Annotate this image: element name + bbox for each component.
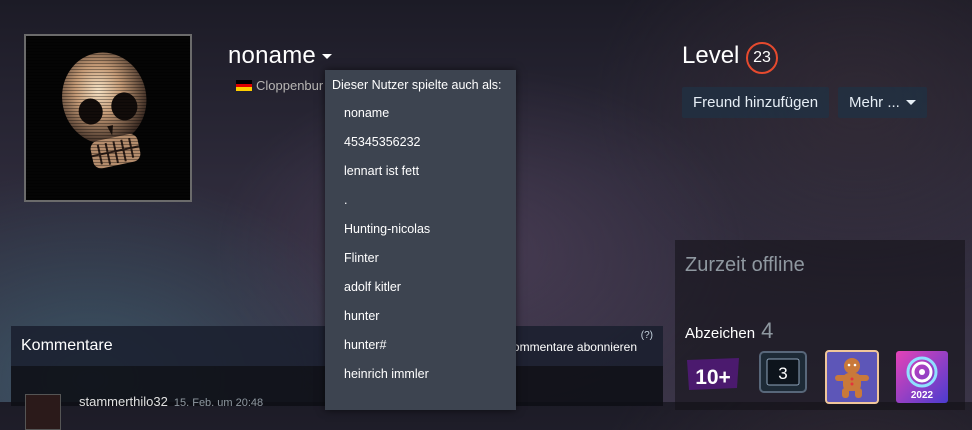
steam-replay-icon: 2022 [896,351,948,403]
profile-avatar [24,34,192,202]
alias-item: . [344,193,348,207]
level-3-badge[interactable]: 3 [758,350,808,399]
badges-label: Abzeichen [685,325,756,342]
subscribe-comments-link[interactable]: Kommentare abonnieren [505,340,637,354]
alias-item: adolf kitler [344,280,401,294]
profile-location: Cloppenbur [236,78,323,93]
flag-icon [236,80,252,91]
comment-date: 15. Feb. um 20:48 [173,397,264,409]
alias-item: noname [344,106,390,120]
more-button[interactable]: Mehr ... [838,87,927,118]
caret-down-icon [321,54,332,60]
commenter-avatar[interactable] [25,394,61,430]
help-icon[interactable]: (?) [641,330,653,341]
badges-heading[interactable]: Abzeichen 4 [685,318,773,344]
badges-count: 4 [761,318,774,343]
badge-years-text: 10+ [695,366,731,389]
alias-item: Hunting-nicolas [344,222,431,236]
profile-summary-panel: Zurzeit offline Abzeichen 4 10+ 3 2022 [675,240,965,410]
alias-item: hunter# [344,338,387,352]
gingerbread-icon [825,350,879,404]
badge-level-text: 3 [778,364,787,383]
location-text: Cloppenbur [256,78,324,93]
add-friend-button[interactable]: Freund hinzufügen [682,87,830,118]
persona-name-text: noname [228,42,316,69]
alias-dropdown-header: Dieser Nutzer spielte auch als: [332,78,502,92]
online-status: Zurzeit offline [685,254,805,276]
comments-title: Kommentare [21,337,113,354]
skull-avatar-icon [26,36,190,200]
level-badge[interactable]: 23 [746,42,778,74]
chevron-down-icon [905,100,916,105]
more-button-label: Mehr ... [849,94,900,111]
level-label: Level [682,42,740,69]
alias-item: heinrich immler [344,367,429,381]
badge-replay-text: 2022 [911,390,934,401]
years-of-service-badge[interactable]: 10+ [685,350,741,399]
steam-replay-badge[interactable]: 2022 [895,350,949,409]
alias-item: Flinter [344,251,379,265]
alias-item: 45345356232 [344,135,421,149]
alias-item: lennart ist fett [344,164,420,178]
persona-name[interactable]: noname [228,42,332,70]
alias-item: hunter [344,309,380,323]
gingerbread-badge[interactable] [825,350,879,409]
alias-dropdown: Dieser Nutzer spielte auch als: noname 4… [325,70,516,410]
alias-list: noname 45345356232 lennart ist fett . Hu… [344,106,430,396]
